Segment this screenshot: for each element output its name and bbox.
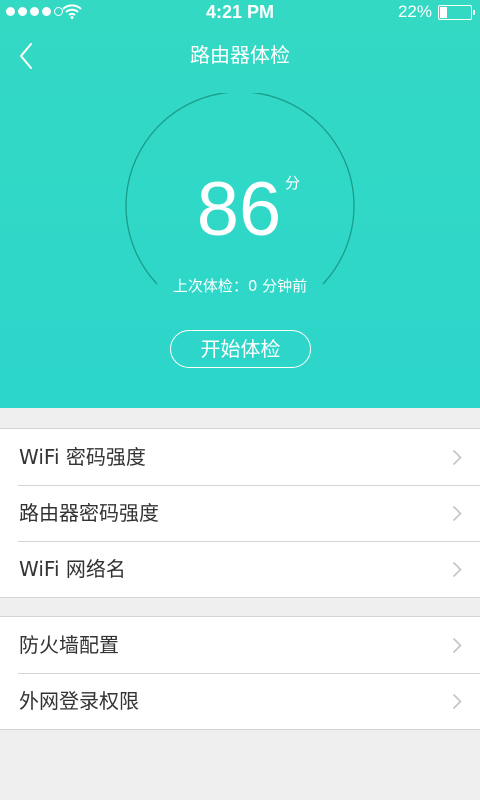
start-checkup-button[interactable]: 开始体检 bbox=[170, 330, 311, 368]
chevron-right-icon bbox=[452, 505, 462, 522]
list-item-wifi-password-strength[interactable]: WiFi 密码强度 bbox=[0, 429, 480, 485]
battery-percentage: 22% bbox=[397, 2, 432, 21]
chevron-right-icon bbox=[452, 693, 462, 710]
list-item-label: 路由器密码强度 bbox=[19, 501, 159, 525]
list-item-label: 外网登录权限 bbox=[19, 689, 139, 713]
list-item-wifi-network-name[interactable]: WiFi 网络名 bbox=[0, 541, 480, 597]
chevron-right-icon bbox=[452, 637, 462, 654]
checkup-score: 86 bbox=[196, 167, 282, 252]
list-item-wan-login-permission[interactable]: 外网登录权限 bbox=[0, 673, 480, 729]
checkup-list-group-1: WiFi 密码强度 路由器密码强度 WiFi 网络名 bbox=[0, 428, 480, 598]
checkup-list-group-2: 防火墙配置 外网登录权限 bbox=[0, 616, 480, 730]
checkup-header: 4:21 PM 22% 路由器体检 86 分 上次体检：0 分钟前 开始体检 bbox=[0, 0, 480, 408]
page-title: 路由器体检 bbox=[190, 43, 290, 67]
list-item-label: WiFi 密码强度 bbox=[19, 445, 146, 469]
chevron-right-icon bbox=[452, 561, 462, 578]
last-check-time: 上次体检：0 分钟前 bbox=[172, 277, 308, 295]
chevron-right-icon bbox=[452, 449, 462, 466]
list-item-firewall-config[interactable]: 防火墙配置 bbox=[0, 617, 480, 673]
score-unit: 分 bbox=[285, 174, 301, 192]
list-item-label: WiFi 网络名 bbox=[19, 557, 126, 581]
list-item-label: 防火墙配置 bbox=[19, 633, 119, 657]
battery-icon bbox=[438, 5, 475, 20]
list-item-router-password-strength[interactable]: 路由器密码强度 bbox=[0, 485, 480, 541]
status-bar: 4:21 PM 22% bbox=[0, 0, 480, 26]
